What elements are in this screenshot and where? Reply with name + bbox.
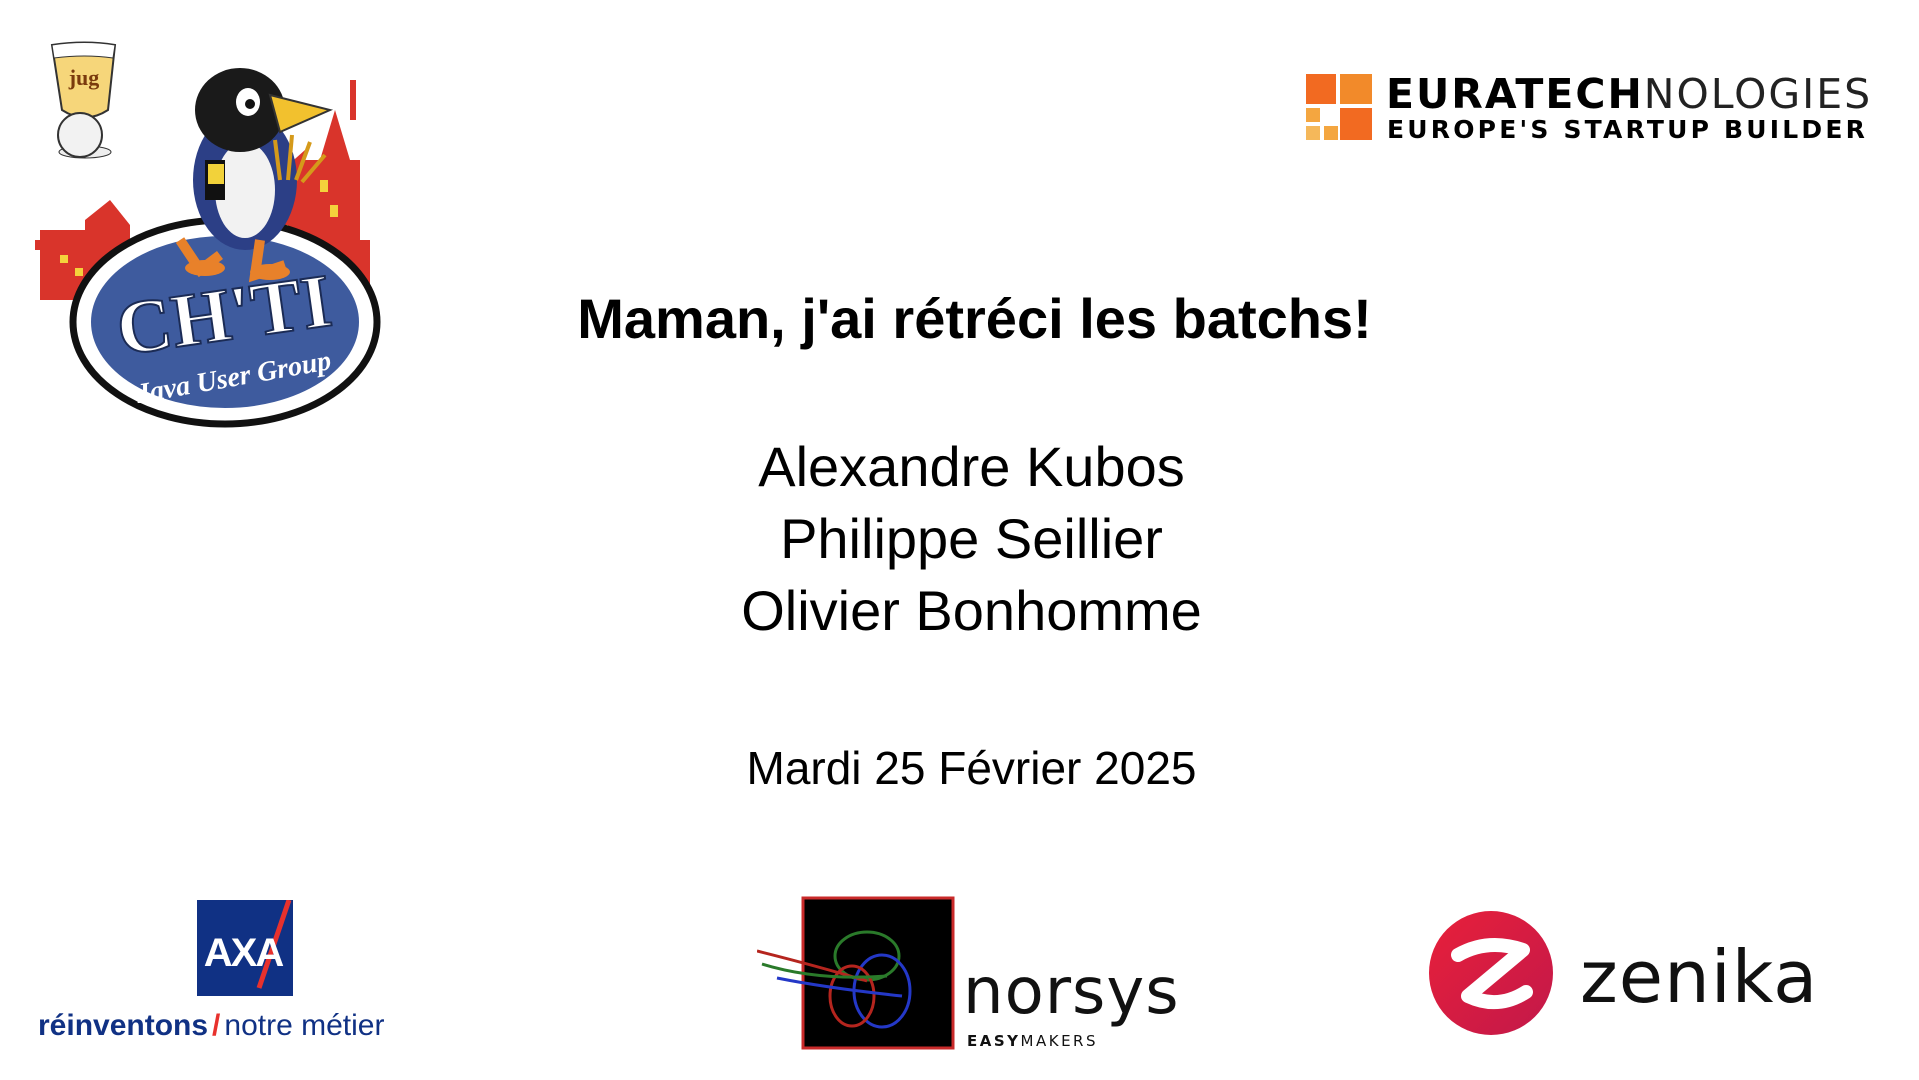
axa-tagline-slash: / — [212, 1009, 221, 1042]
euratech-name: EURATECHNOLOGIES — [1386, 70, 1872, 118]
norsys-wordmark: norsys — [963, 955, 1180, 1029]
talk-date: Mardi 25 Février 2025 — [746, 742, 1197, 794]
axa-tagline-normal: notre métier — [224, 1009, 385, 1042]
norsys-icon — [757, 896, 955, 1050]
axa-tagline-bold: réinventons — [38, 1009, 209, 1042]
euratech-name-bold: EURATECH — [1386, 70, 1644, 118]
speaker-name: Olivier Bonhomme — [741, 579, 1202, 642]
speaker-name: Philippe Seillier — [780, 507, 1163, 570]
speaker-name: Alexandre Kubos — [758, 435, 1185, 498]
norsys-sub-bold: EASY — [967, 1032, 1021, 1050]
euratech-tagline: EUROPE'S STARTUP BUILDER — [1387, 115, 1869, 144]
norsys-sub-normal: MAKERS — [1020, 1032, 1098, 1050]
norsys-subtitle: EASYMAKERS — [967, 1032, 1098, 1050]
chtijug-glass-text: jug — [68, 65, 100, 90]
zenika-icon — [1429, 911, 1553, 1035]
chtijug-logo: CH'TI Java User Group jug — [35, 41, 381, 428]
euratech-name-light: NOLOGIES — [1643, 70, 1873, 118]
axa-tagline: réinventons / notre métier — [38, 1009, 384, 1043]
axa-logo: AXA — [197, 900, 293, 996]
euratech-icon — [1306, 74, 1372, 140]
axa-mark: AXA — [204, 931, 284, 975]
beer-glass: jug — [50, 41, 117, 159]
talk-title: Maman, j'ai rétréci les batchs! — [577, 287, 1372, 350]
zenika-wordmark: zenika — [1580, 935, 1819, 1019]
